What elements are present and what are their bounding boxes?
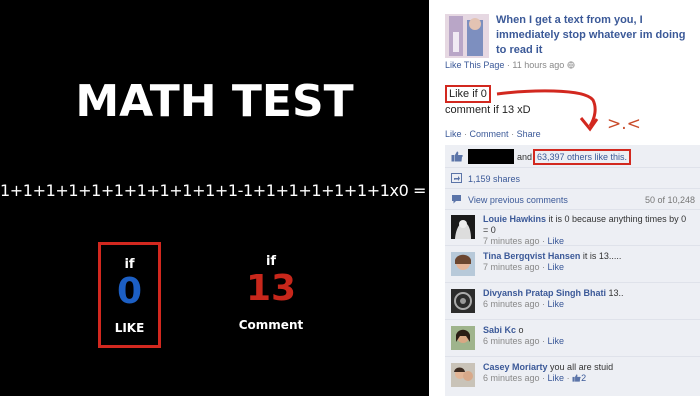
red-arrow-annotation <box>496 89 599 132</box>
page-avatar[interactable] <box>445 14 489 58</box>
comment-like-link[interactable]: Like <box>548 236 565 246</box>
comment-time[interactable]: 6 minutes ago <box>483 299 540 309</box>
post-time[interactable]: 11 hours ago <box>512 60 564 70</box>
commenter-name[interactable]: Casey Moriarty <box>483 362 548 372</box>
commenter-avatar[interactable] <box>451 289 475 313</box>
commenter-name[interactable]: Tina Bergqvist Hansen <box>483 251 580 261</box>
post-text-line1: Like if 0 <box>445 85 491 103</box>
like-choice-label: LIKE <box>114 321 145 335</box>
view-previous-comments-link[interactable]: View previous comments <box>468 195 568 205</box>
comment-meta: 7 minutes ago · Like <box>483 236 565 246</box>
commenter-avatar[interactable] <box>451 363 475 387</box>
comment-like-count[interactable]: 2 <box>581 373 586 383</box>
post-title[interactable]: When I get a text from you, I immediatel… <box>496 13 696 58</box>
comment-choice-label: Comment <box>238 318 304 332</box>
comment-time[interactable]: 6 minutes ago <box>483 336 540 346</box>
commenter-name[interactable]: Sabi Kc <box>483 325 516 335</box>
comment-item: Louie Hawkins it is 0 because anything t… <box>445 210 700 246</box>
comment-time[interactable]: 7 minutes ago <box>483 236 540 246</box>
comment-bubble-icon <box>452 195 461 204</box>
view-previous-row: View previous comments 50 of 10,248 <box>445 189 700 210</box>
comment-like-link[interactable]: Like <box>548 262 565 272</box>
comment-time[interactable]: 6 minutes ago <box>483 373 540 383</box>
comment-text: it is 13..... <box>582 251 622 261</box>
like-action[interactable]: Like <box>445 129 462 139</box>
commenter-avatar[interactable] <box>451 215 475 239</box>
shares-link[interactable]: 1,159 shares <box>468 174 520 184</box>
post-meta: Like This Page · 11 hours ago <box>445 60 575 70</box>
commenter-name[interactable]: Louie Hawkins <box>483 214 546 224</box>
commenter-avatar[interactable] <box>451 252 475 276</box>
math-test-title: MATH TEST <box>75 76 354 127</box>
share-icon <box>451 173 462 183</box>
comment-choice-value: 13 <box>245 268 297 309</box>
comment-count: 50 of 10,248 <box>644 195 695 205</box>
comment-choice-if: if <box>265 254 277 269</box>
comment-text: you all are stuid <box>550 362 614 372</box>
comment-body: Sabi Kc o 6 minutes ago · Like <box>483 325 693 347</box>
globe-icon <box>567 61 575 69</box>
likes-and-text: and <box>517 152 533 162</box>
comment-action[interactable]: Comment <box>470 129 509 139</box>
math-equation: 1+1+1+1+1+1+1+1+1+1+1-1+1+1+1+1+1+1x0 = … <box>0 181 429 200</box>
comment-choice-box: if 13 Comment <box>236 242 306 348</box>
comment-text: o <box>518 325 524 335</box>
comment-like-link[interactable]: Like <box>548 336 565 346</box>
redacted-name <box>468 149 514 164</box>
comment-like-link[interactable]: Like <box>548 299 565 309</box>
math-test-image: MATH TEST 1+1+1+1+1+1+1+1+1+1+1-1+1+1+1+… <box>0 0 429 396</box>
likes-count-link[interactable]: 63,397 others like this. <box>533 149 632 165</box>
comment-item: Divyansh Pratap Singh Bhati 13.. 6 minut… <box>445 284 700 320</box>
comment-time[interactable]: 7 minutes ago <box>483 262 540 272</box>
like-choice-if: if <box>124 257 135 272</box>
annotation-face: >.< <box>607 114 641 134</box>
facebook-post: When I get a text from you, I immediatel… <box>429 0 700 396</box>
share-action[interactable]: Share <box>517 129 541 139</box>
comment-meta: 6 minutes ago · Like <box>483 299 565 309</box>
comment-body: Casey Moriarty you all are stuid 6 minut… <box>483 362 693 384</box>
comment-body: Tina Bergqvist Hansen it is 13..... 7 mi… <box>483 251 693 273</box>
comment-item: Tina Bergqvist Hansen it is 13..... 7 mi… <box>445 247 700 283</box>
shares-row: 1,159 shares <box>445 168 700 189</box>
likes-row: and 63,397 others like this. <box>445 145 700 168</box>
comment-meta: 6 minutes ago · Like · 2 <box>483 373 587 383</box>
comment-body: Divyansh Pratap Singh Bhati 13.. 6 minut… <box>483 288 693 310</box>
comment-meta: 7 minutes ago · Like <box>483 262 565 272</box>
comment-meta: 6 minutes ago · Like <box>483 336 565 346</box>
comment-like-link[interactable]: Like <box>548 373 565 383</box>
commenter-avatar[interactable] <box>451 326 475 350</box>
like-choice-box: if 0 LIKE <box>98 242 161 348</box>
like-choice-value: 0 <box>116 271 143 312</box>
like-if-highlight: Like if 0 <box>445 85 491 103</box>
feedback-area: and 63,397 others like this. 1,159 share… <box>445 145 700 396</box>
comment-item: Casey Moriarty you all are stuid 6 minut… <box>445 358 700 394</box>
comment-body: Louie Hawkins it is 0 because anything t… <box>483 214 693 247</box>
commenter-name[interactable]: Divyansh Pratap Singh Bhati <box>483 288 606 298</box>
thumbs-up-icon <box>572 374 581 382</box>
post-actions: Like · Comment · Share <box>445 129 541 139</box>
thumbs-up-icon <box>451 151 463 162</box>
comment-text: 13.. <box>608 288 624 298</box>
comment-item: Sabi Kc o 6 minutes ago · Like <box>445 321 700 357</box>
like-page-link[interactable]: Like This Page <box>445 60 504 70</box>
